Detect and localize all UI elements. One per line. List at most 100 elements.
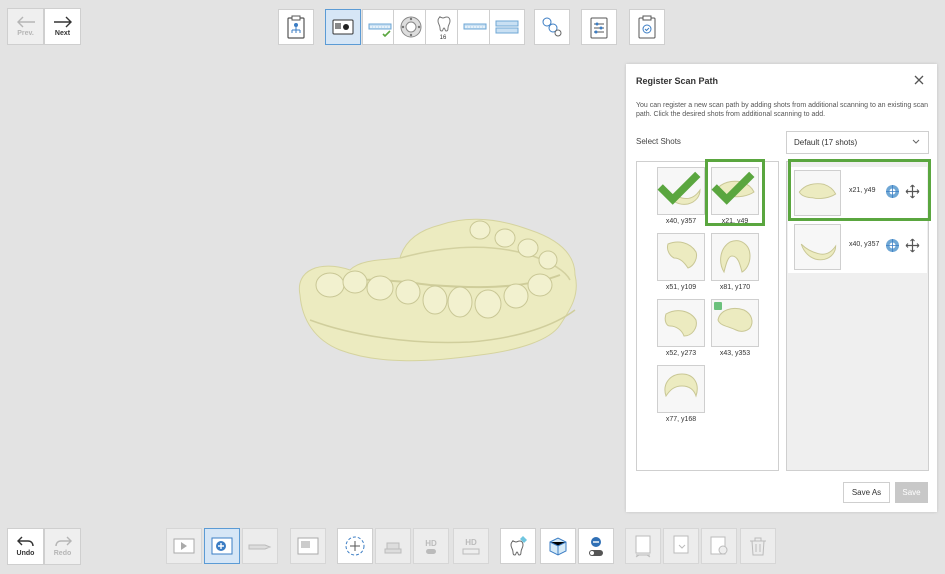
scan-workflow-button[interactable]	[278, 9, 314, 45]
jaw-thumbnail-icon	[667, 241, 697, 269]
restore-icon	[710, 536, 728, 555]
target-view-icon[interactable]	[885, 238, 900, 253]
tooth-icon: 16	[437, 16, 451, 40]
jaw-thumbnail-icon	[800, 243, 837, 261]
rotate-view-button[interactable]	[337, 528, 373, 564]
path-item[interactable]: x40, y357	[788, 221, 927, 273]
scanner-tip-button[interactable]	[242, 528, 278, 564]
rotate-icon	[345, 536, 365, 556]
tooth-count: 16	[440, 35, 447, 40]
clipboard-check-icon	[638, 15, 656, 39]
next-label: Next	[54, 30, 71, 37]
jaw-thumbnail-icon	[720, 240, 751, 274]
upper-jaw-icon	[368, 23, 392, 38]
tooth-brush-icon	[510, 536, 527, 556]
undo-label: Undo	[16, 550, 35, 557]
shot-thumbnail[interactable]	[711, 299, 759, 347]
svg-text:HD: HD	[425, 539, 437, 548]
ring-icon	[400, 16, 422, 38]
transfer-button[interactable]	[663, 528, 699, 564]
dental-model-3d[interactable]	[290, 200, 590, 375]
jaw-thumbnail-icon	[664, 310, 697, 337]
add-scan-icon	[211, 537, 233, 555]
shot-label: x43, y353	[719, 350, 751, 357]
redo-button[interactable]: Redo	[44, 528, 81, 565]
shot-thumbnail[interactable]	[711, 233, 759, 281]
occlusion-ring-button[interactable]	[393, 9, 429, 45]
shot-thumbnail[interactable]	[657, 233, 705, 281]
cube-icon	[549, 537, 567, 556]
redo-label: Redo	[53, 550, 72, 557]
next-button[interactable]: Next	[44, 8, 81, 45]
arrow-left-icon	[16, 16, 35, 28]
register-scan-path-panel: Register Scan Path You can register a ne…	[626, 64, 937, 512]
check-icon	[657, 171, 701, 205]
jaw-thumbnail-icon	[664, 373, 698, 398]
filter-toggle-icon	[589, 537, 603, 556]
undo-button[interactable]: Undo	[7, 528, 44, 565]
both-jaws-icon	[495, 20, 519, 34]
tooth-color-button[interactable]	[500, 528, 536, 564]
select-shots-label: Select Shots	[636, 137, 681, 146]
move-icon[interactable]	[905, 238, 920, 253]
dropdown-value: Default (17 shots)	[794, 138, 858, 147]
svg-text:HD: HD	[465, 538, 477, 547]
play-scan-button[interactable]	[166, 528, 202, 564]
chevron-down-icon	[912, 139, 920, 144]
shot-highlight	[705, 159, 765, 226]
path-thumbnail	[794, 224, 841, 270]
hd-off-icon: HD	[425, 539, 437, 554]
marker-icon	[714, 302, 722, 310]
both-jaws-button[interactable]	[489, 9, 525, 45]
export-button[interactable]	[625, 528, 661, 564]
model-base-icon	[384, 542, 402, 554]
scanner-icon	[332, 19, 354, 35]
prev-label: Prev.	[17, 30, 34, 37]
hd-off-button[interactable]: HD	[413, 528, 449, 564]
filter-toggle-button[interactable]	[578, 528, 614, 564]
shots-list: x40, y357 x21, y49 x51, y109 x81, y170 x…	[636, 159, 779, 471]
scanner-tip-icon	[248, 544, 272, 550]
shot-thumbnail[interactable]	[657, 167, 705, 215]
clipboard-tree-icon	[287, 15, 305, 39]
export-icon	[635, 535, 651, 558]
panel-description: You can register a new scan path by addi…	[636, 102, 928, 118]
image-view-button[interactable]	[290, 528, 326, 564]
save-as-button[interactable]: Save As	[843, 482, 890, 503]
undo-icon	[16, 536, 34, 547]
hd-teeth-button[interactable]: HD	[453, 528, 489, 564]
play-icon	[173, 538, 195, 554]
hd-teeth-icon: HD	[462, 538, 480, 555]
prev-button[interactable]: Prev.	[7, 8, 44, 45]
scan-path-icon	[542, 17, 562, 37]
shot-thumbnail[interactable]	[657, 365, 705, 413]
path-highlight	[788, 159, 931, 221]
close-icon[interactable]	[913, 74, 925, 86]
shot-set-dropdown[interactable]: Default (17 shots)	[786, 131, 929, 154]
restore-button[interactable]	[701, 528, 737, 564]
save-button[interactable]: Save	[895, 482, 928, 503]
shot-label: x81, y170	[719, 284, 751, 291]
shot-label: x77, y168	[665, 416, 697, 423]
redo-icon	[54, 536, 72, 547]
image-view-icon	[297, 537, 319, 555]
add-scan-button[interactable]	[204, 528, 240, 564]
scanner-mode-button[interactable]	[325, 9, 361, 45]
trash-icon	[750, 537, 766, 556]
lower-jaw-button[interactable]	[457, 9, 493, 45]
model-box-button[interactable]	[540, 528, 576, 564]
settings-button[interactable]	[581, 9, 617, 45]
scan-path-button[interactable]	[534, 9, 570, 45]
sliders-icon	[590, 17, 608, 39]
path-item-label: x40, y357	[849, 241, 880, 248]
lower-jaw-icon	[463, 23, 487, 30]
model-base-button[interactable]	[375, 528, 411, 564]
shot-thumbnail[interactable]	[657, 299, 705, 347]
complete-button[interactable]	[629, 9, 665, 45]
panel-title: Register Scan Path	[636, 76, 719, 86]
tooth-number-button[interactable]: 16	[425, 9, 461, 45]
scan-path-list: x21, y49 x40, y357	[786, 159, 931, 471]
delete-button[interactable]	[740, 528, 776, 564]
transfer-icon	[673, 535, 689, 554]
arrow-right-icon	[53, 16, 72, 28]
